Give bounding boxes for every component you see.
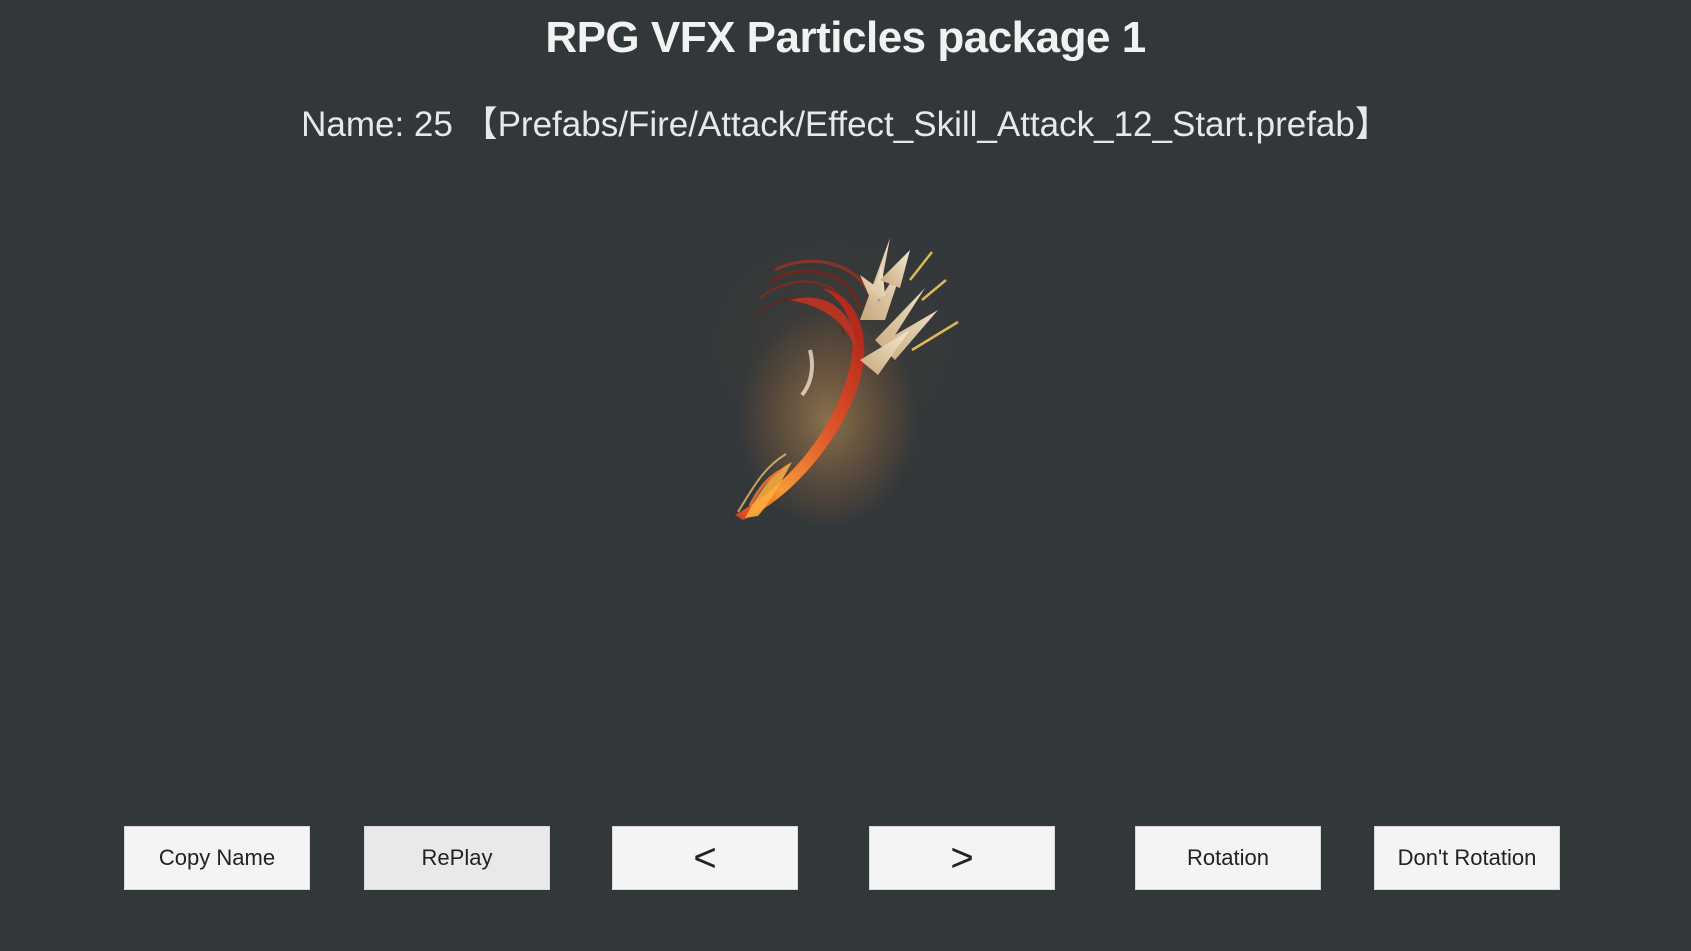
page-title: RPG VFX Particles package 1 [545, 13, 1146, 62]
next-effect-button[interactable]: > [869, 826, 1055, 890]
previous-effect-button[interactable]: < [612, 826, 798, 890]
fire-slash-effect [610, 170, 1070, 570]
rotation-button[interactable]: Rotation [1135, 826, 1321, 890]
replay-button[interactable]: RePlay [364, 826, 550, 890]
effect-name-label: Name: 25 【Prefabs/Fire/Attack/Effect_Ski… [301, 105, 1390, 144]
dont-rotation-button[interactable]: Don't Rotation [1374, 826, 1560, 890]
vfx-demo-screen: RPG VFX Particles package 1 Name: 25 【Pr… [0, 0, 1691, 951]
effect-preview [560, 170, 1120, 610]
copy-name-button[interactable]: Copy Name [124, 826, 310, 890]
